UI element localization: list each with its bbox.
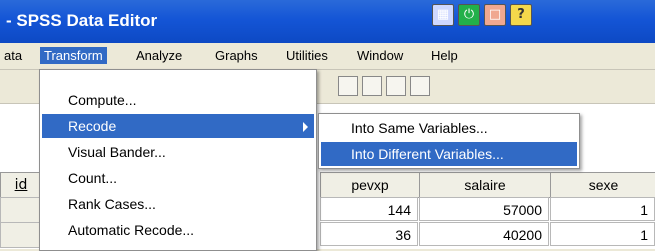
menu-item-rank-cases[interactable]: Rank Cases...: [42, 192, 314, 216]
recode-submenu: Into Same Variables... Into Different Va…: [318, 113, 580, 169]
table-cell[interactable]: 57000: [419, 197, 549, 221]
row-header[interactable]: [0, 197, 42, 223]
insert-case-icon[interactable]: [338, 76, 358, 96]
menu-item-into-same-variables[interactable]: Into Same Variables...: [321, 116, 577, 140]
insert-variable-icon[interactable]: [362, 76, 382, 96]
transform-menu: Compute... Recode Visual Bander... Count…: [39, 69, 317, 251]
menu-utilities[interactable]: Utilities: [282, 47, 332, 64]
menu-item-compute[interactable]: Compute...: [42, 88, 314, 112]
menu-item-into-different-variables[interactable]: Into Different Variables...: [321, 142, 577, 166]
green-power-icon[interactable]: ⏻: [458, 4, 480, 26]
column-header[interactable]: sexe: [550, 172, 655, 198]
table-cell[interactable]: 1: [550, 222, 655, 246]
submenu-arrow-icon: [303, 122, 308, 132]
table-cell[interactable]: 1: [550, 197, 655, 221]
menu-item-automatic-recode[interactable]: Automatic Recode...: [42, 218, 314, 242]
menu-graphs[interactable]: Graphs: [211, 47, 262, 64]
column-header[interactable]: pevxp: [320, 172, 420, 198]
id-column-header[interactable]: id: [0, 172, 42, 198]
menu-data[interactable]: ata: [0, 47, 26, 64]
menu-item-visual-bander[interactable]: Visual Bander...: [42, 140, 314, 164]
title-bar: - SPSS Data Editor ▦ ⏻ □ ?: [0, 0, 655, 43]
menu-help[interactable]: Help: [427, 47, 462, 64]
menu-analyze[interactable]: Analyze: [132, 47, 186, 64]
table-cell[interactable]: 36: [320, 222, 418, 246]
column-header[interactable]: salaire: [419, 172, 551, 198]
menu-transform[interactable]: Transform: [40, 47, 107, 64]
salmon-icon[interactable]: □: [484, 4, 506, 26]
menu-window[interactable]: Window: [353, 47, 407, 64]
weight-cases-icon[interactable]: [410, 76, 430, 96]
help-icon[interactable]: ?: [510, 4, 532, 26]
menu-item-count[interactable]: Count...: [42, 166, 314, 190]
menu-item-recode[interactable]: Recode: [42, 114, 314, 138]
table-cell[interactable]: 40200: [419, 222, 549, 246]
window-title: - SPSS Data Editor: [6, 11, 158, 30]
row-header[interactable]: [0, 222, 42, 248]
database-icon[interactable]: ▦: [432, 4, 454, 26]
menu-bar: ata Transform Analyze Graphs Utilities W…: [0, 43, 655, 70]
table-cell[interactable]: 144: [320, 197, 418, 221]
split-file-icon[interactable]: [386, 76, 406, 96]
taskbar-icons: ▦ ⏻ □ ?: [432, 4, 532, 28]
